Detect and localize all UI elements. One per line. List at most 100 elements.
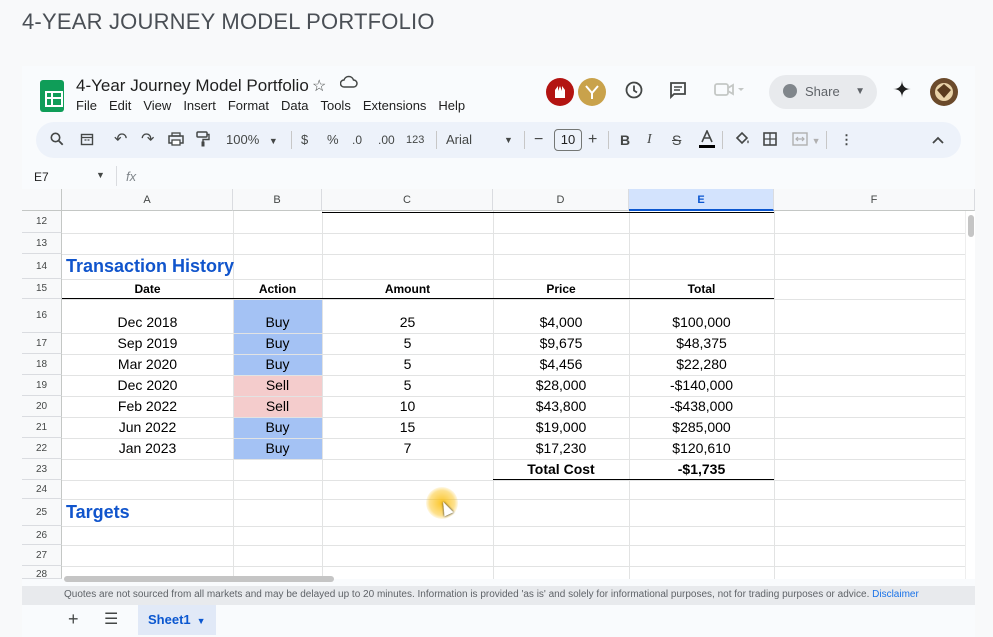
gemini-icon[interactable] [892,79,912,105]
cell-total[interactable]: $285,000 [629,419,774,435]
chevron-down-icon[interactable]: ▼ [855,75,865,109]
chevron-down-icon[interactable]: ▼ [197,616,206,626]
row-header-17[interactable]: 17 [22,333,62,354]
menu-view[interactable]: View [143,98,171,113]
total-cost-value[interactable]: -$1,735 [629,461,774,477]
column-header-f[interactable]: F [774,189,975,211]
column-header-d[interactable]: D [493,189,629,211]
print-icon[interactable] [168,122,184,158]
history-icon[interactable] [624,80,644,106]
cell-total[interactable]: $120,610 [629,440,774,456]
zoom-select[interactable]: 100% ▼ [226,122,278,159]
cell-total[interactable]: -$140,000 [629,377,774,393]
menu-format[interactable]: Format [228,98,269,113]
cell-action[interactable]: Sell [233,398,322,414]
text-color-button[interactable] [699,122,715,158]
cell-date[interactable]: Jun 2022 [62,419,233,435]
column-header-b[interactable]: B [233,189,322,211]
collaborator-avatar-1[interactable] [546,78,574,106]
cell-total[interactable]: -$438,000 [629,398,774,414]
cell-amount[interactable]: 5 [322,377,493,393]
font-select[interactable]: Arial ▼ [446,122,526,158]
column-header-a[interactable]: A [62,189,233,211]
row-header-18[interactable]: 18 [22,354,62,375]
cell-amount[interactable]: 10 [322,398,493,414]
cell-date[interactable]: Dec 2018 [62,314,233,330]
cell-amount[interactable]: 25 [322,314,493,330]
menu-tools[interactable]: Tools [320,98,350,113]
sheet-tab[interactable]: Sheet1 ▼ [138,605,216,635]
collaborator-avatar-2[interactable] [578,78,606,106]
strikethrough-button[interactable]: S [672,122,681,158]
undo-icon[interactable]: ↶ [114,122,127,158]
borders-button[interactable] [763,122,777,158]
vertical-scrollbar[interactable] [965,211,975,579]
cell-date[interactable]: Sep 2019 [62,335,233,351]
row-header-22[interactable]: 22 [22,438,62,459]
search-menus-icon[interactable] [50,122,64,158]
menu-extensions[interactable]: Extensions [363,98,427,113]
cell-price[interactable]: $28,000 [493,377,629,393]
cell-action[interactable]: Buy [233,314,322,330]
increase-font-size-button[interactable]: + [588,122,597,158]
cell-amount[interactable]: 15 [322,419,493,435]
cell-date[interactable]: Feb 2022 [62,398,233,414]
meet-icon[interactable] [714,80,746,106]
chevron-down-icon[interactable]: ▼ [96,170,105,180]
cell-amount[interactable]: 5 [322,335,493,351]
fill-color-button[interactable] [734,122,750,158]
horizontal-scrollbar-thumb[interactable] [64,576,334,582]
row-header-27[interactable]: 27 [22,545,62,566]
cell-amount[interactable]: 7 [322,440,493,456]
cell-total[interactable]: $100,000 [629,314,774,330]
decrease-decimal-button[interactable]: .0 [352,122,362,158]
merge-cells-button[interactable]: ▼ [792,122,821,159]
cell-date[interactable]: Mar 2020 [62,356,233,372]
cell-action[interactable]: Buy [233,419,322,435]
currency-format-button[interactable]: $ [301,122,308,158]
row-header-16[interactable]: 16 [22,299,62,333]
disclaimer-link[interactable]: Disclaimer [872,589,919,600]
horizontal-scrollbar[interactable] [62,575,955,583]
cell-action[interactable]: Sell [233,377,322,393]
cell-price[interactable]: $9,675 [493,335,629,351]
document-title[interactable]: 4-Year Journey Model Portfolio [76,76,309,96]
row-header-24[interactable]: 24 [22,480,62,499]
share-button[interactable]: Share ▼ [769,75,877,109]
collapse-toolbar-icon[interactable] [932,122,944,158]
cell-price[interactable]: $4,456 [493,356,629,372]
cell-date[interactable]: Jan 2023 [62,440,233,456]
italic-button[interactable]: I [647,122,652,158]
row-header-25[interactable]: 25 [22,499,62,526]
more-options-icon[interactable]: ⋮ [840,122,853,158]
all-sheets-icon[interactable]: ☰ [104,609,118,629]
increase-decimal-button[interactable]: .00 [378,122,395,158]
row-header-28[interactable]: 28 [22,566,62,579]
spreadsheet-grid[interactable]: A B C D E F 12 13 14 15 16 17 18 19 20 2… [22,189,975,579]
user-avatar[interactable] [930,78,958,106]
percent-format-button[interactable]: % [327,122,339,158]
row-header-13[interactable]: 13 [22,233,62,254]
row-header-21[interactable]: 21 [22,417,62,438]
row-header-19[interactable]: 19 [22,375,62,396]
cell-price[interactable]: $17,230 [493,440,629,456]
row-header-20[interactable]: 20 [22,396,62,417]
sheets-logo-icon[interactable] [40,80,64,112]
add-sheet-icon[interactable]: + [68,609,79,630]
font-size-input[interactable]: 10 [554,129,582,151]
row-header-14[interactable]: 14 [22,254,62,279]
row-header-23[interactable]: 23 [22,459,62,480]
cell-price[interactable]: $19,000 [493,419,629,435]
star-icon[interactable]: ☆ [312,76,326,96]
total-cost-label[interactable]: Total Cost [493,461,629,477]
cell-price[interactable]: $43,800 [493,398,629,414]
number-format-button[interactable]: 123 [406,122,424,158]
cell-date[interactable]: Dec 2020 [62,377,233,393]
menu-edit[interactable]: Edit [109,98,131,113]
column-header-c[interactable]: C [322,189,493,211]
vertical-scrollbar-thumb[interactable] [968,215,974,237]
paint-format-icon[interactable] [196,122,210,158]
bold-button[interactable]: B [620,122,630,158]
cell-total[interactable]: $22,280 [629,356,774,372]
cell-action[interactable]: Buy [233,440,322,456]
